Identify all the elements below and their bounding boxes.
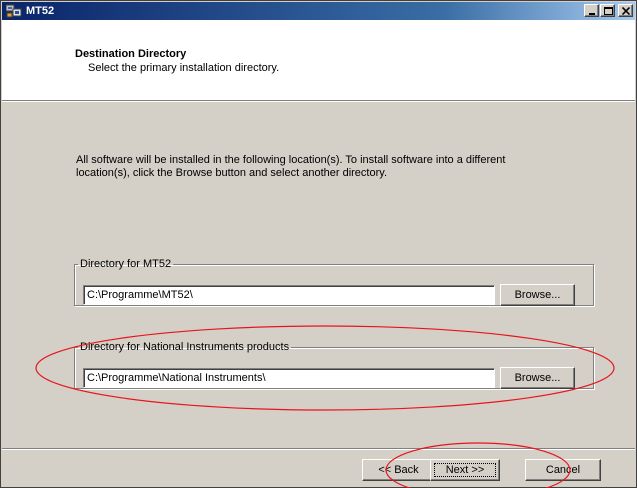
cancel-button-label: Cancel (545, 464, 581, 476)
window-title: MT52 (26, 5, 55, 17)
back-button-label: << Back (378, 464, 419, 476)
group-label: Directory for MT52 (80, 258, 172, 270)
next-button[interactable]: Next >> (430, 459, 500, 481)
installer-window: MT52 Destination Directory Select the pr… (0, 0, 637, 488)
page-title: Destination Directory (75, 48, 187, 60)
footer-divider (2, 448, 635, 450)
application-icon (6, 4, 22, 18)
page-subtitle: Select the primary installation director… (88, 62, 280, 74)
wizard-header: Destination Directory Select the primary… (2, 20, 635, 100)
close-icon (622, 7, 630, 15)
maximize-icon (604, 7, 613, 15)
browse-button-label: Browse... (514, 372, 561, 384)
group-ni-directory: Directory for National Instruments produ… (74, 341, 594, 389)
mt52-directory-input[interactable] (83, 285, 495, 305)
browse-ni-button[interactable]: Browse... (500, 367, 575, 389)
title-bar[interactable]: MT52 (2, 2, 635, 20)
maximize-button[interactable] (600, 4, 615, 17)
back-button[interactable]: << Back (362, 459, 435, 481)
intro-text: All software will be installed in the fo… (76, 154, 506, 179)
next-button-label: Next >> (445, 464, 485, 476)
close-button[interactable] (618, 4, 633, 17)
group-label: Directory for National Instruments produ… (80, 341, 290, 353)
minimize-icon (589, 13, 595, 15)
minimize-button[interactable] (584, 4, 599, 17)
ni-directory-input[interactable] (83, 368, 495, 388)
cancel-button[interactable]: Cancel (525, 459, 601, 481)
browse-button-label: Browse... (514, 289, 561, 301)
header-divider (2, 100, 635, 102)
group-mt52-directory: Directory for MT52 Browse... (74, 258, 594, 306)
browse-mt52-button[interactable]: Browse... (500, 284, 575, 306)
